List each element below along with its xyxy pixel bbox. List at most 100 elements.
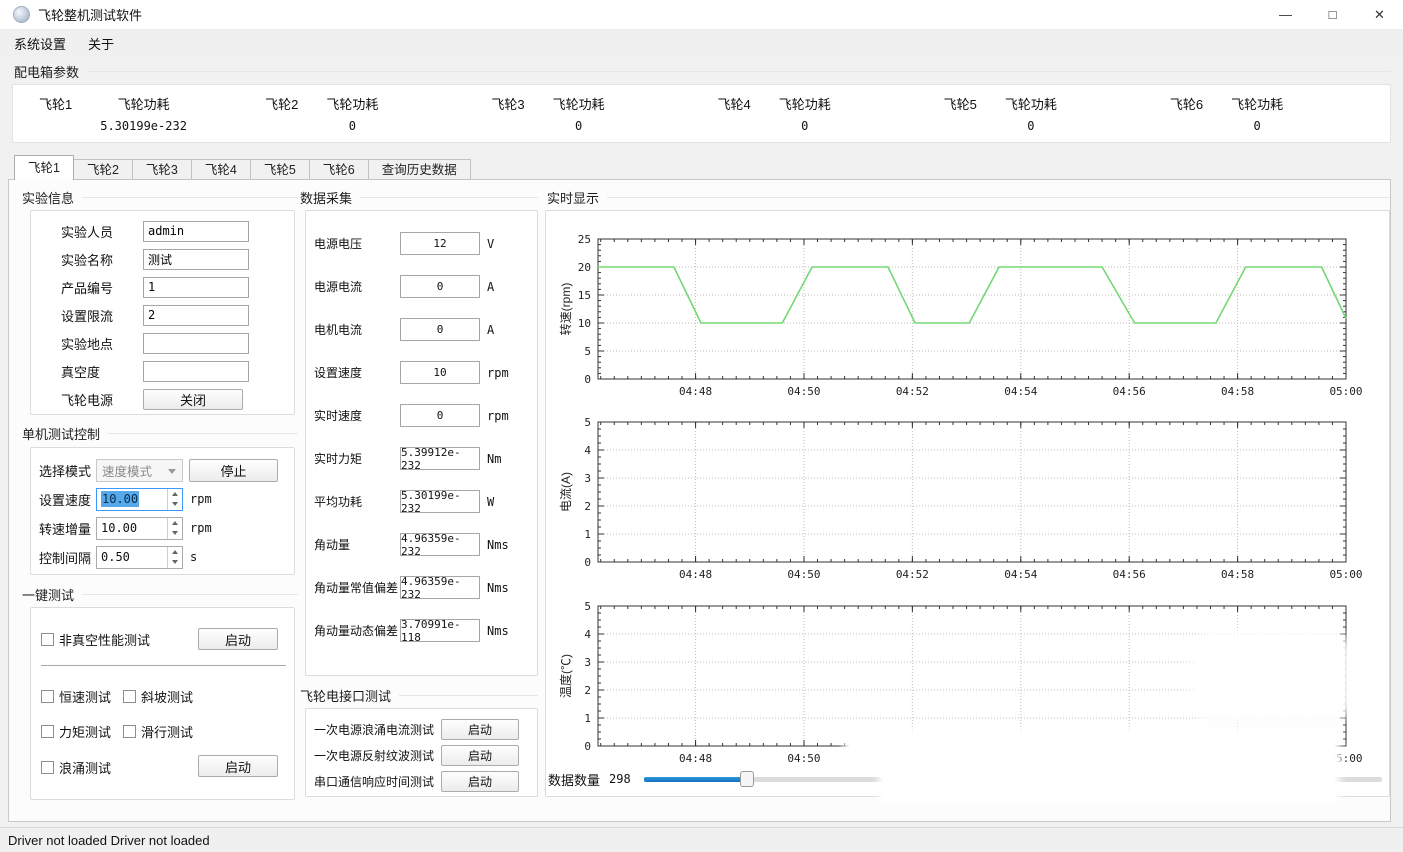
realtime-panel: 051015202504:4804:5004:5204:5404:5604:58…: [545, 210, 1390, 797]
current-chart: 01234504:4804:5004:5204:5404:5604:5805:0…: [554, 412, 1366, 584]
checkbox-torque-test[interactable]: [41, 725, 54, 738]
svg-text:2: 2: [584, 684, 591, 697]
svg-text:04:52: 04:52: [896, 568, 929, 581]
svg-text:04:54: 04:54: [1004, 568, 1037, 581]
start-button-serial-response-test[interactable]: 启动: [441, 771, 519, 792]
svg-text:3: 3: [584, 472, 591, 485]
svg-text:04:58: 04:58: [1221, 568, 1254, 581]
spin-down-icon[interactable]: [168, 528, 182, 539]
window-title: 飞轮整机测试软件: [38, 5, 142, 24]
svg-text:04:50: 04:50: [787, 568, 820, 581]
flywheel-name: 飞轮6: [1170, 94, 1203, 113]
field-row: 飞轮电源 关闭: [61, 388, 294, 410]
speed-spinner[interactable]: 10.00: [96, 488, 183, 511]
check-row: 恒速测试: [41, 687, 111, 706]
checkbox-constant-speed-test[interactable]: [41, 690, 54, 703]
checkbox-ramp-test[interactable]: [123, 690, 136, 703]
tab-flywheel-1[interactable]: 飞轮1: [14, 155, 74, 180]
power-label: 飞轮功耗: [1005, 94, 1057, 113]
svg-text:0: 0: [584, 556, 591, 569]
input-vacuum-degree[interactable]: [143, 361, 249, 382]
svg-text:20: 20: [578, 261, 591, 274]
data-count-value: 298: [609, 772, 635, 786]
data-row: 电源电压 12 V: [314, 232, 537, 255]
momentum-const-dev-display: 4.96359e-232: [400, 576, 480, 599]
increment-spinner[interactable]: 10.00: [96, 517, 183, 540]
input-product-number[interactable]: [143, 277, 249, 298]
watermark-wipe-smear: [883, 762, 1335, 798]
close-button[interactable]: ✕: [1356, 0, 1403, 29]
svg-text:04:54: 04:54: [1004, 385, 1037, 398]
input-experiment-person[interactable]: [143, 221, 249, 242]
field-row: 实验地点: [61, 332, 294, 354]
tab-flywheel-3[interactable]: 飞轮3: [133, 159, 192, 180]
power-value: 0: [1253, 119, 1260, 133]
svg-text:5: 5: [584, 345, 591, 358]
spin-down-icon[interactable]: [168, 557, 182, 568]
svg-text:4: 4: [584, 628, 591, 641]
spin-up-icon[interactable]: [168, 518, 182, 529]
divider: [41, 665, 286, 666]
momentum-dyn-dev-display: 3.70991e-118: [400, 619, 480, 642]
spin-up-icon[interactable]: [168, 489, 182, 500]
svg-text:电流(A): 电流(A): [559, 472, 573, 512]
stop-button[interactable]: 停止: [189, 459, 278, 482]
input-location[interactable]: [143, 333, 249, 354]
slider-handle[interactable]: [740, 771, 754, 787]
spin-up-icon[interactable]: [168, 547, 182, 558]
realtime-title: 实时显示: [547, 188, 1390, 207]
tab-flywheel-2[interactable]: 飞轮2: [74, 159, 133, 180]
interval-spinner[interactable]: 0.50: [96, 546, 183, 569]
checkbox-non-vacuum-test[interactable]: [41, 633, 54, 646]
svg-text:04:48: 04:48: [679, 568, 712, 581]
watermark-wipe-smear: [849, 734, 1335, 762]
flywheel-name: 飞轮1: [39, 94, 72, 113]
svg-text:05:00: 05:00: [1329, 385, 1362, 398]
svg-text:3: 3: [584, 656, 591, 669]
flywheel-unit-6: 飞轮6 飞轮功耗 0: [1154, 94, 1380, 133]
power-value: 5.30199e-232: [100, 119, 187, 133]
svg-text:04:58: 04:58: [1221, 385, 1254, 398]
maximize-button[interactable]: □: [1309, 0, 1356, 29]
power-label: 飞轮功耗: [118, 94, 170, 113]
interface-test-row: 串口通信响应时间测试 启动: [314, 770, 537, 792]
window-controls: — □ ✕: [1262, 0, 1403, 29]
svg-text:04:50: 04:50: [787, 752, 820, 765]
motor-current-display: 0: [400, 318, 480, 341]
checkbox-coast-test[interactable]: [123, 725, 136, 738]
svg-text:2: 2: [584, 500, 591, 513]
flywheel-name: 飞轮5: [944, 94, 977, 113]
power-value: 0: [349, 119, 356, 133]
field-row: 产品编号: [61, 276, 294, 298]
field-row: 真空度: [61, 360, 294, 382]
start-button-non-vacuum[interactable]: 启动: [198, 628, 278, 650]
tab-flywheel-5[interactable]: 飞轮5: [251, 159, 310, 180]
minimize-button[interactable]: —: [1262, 0, 1309, 29]
menu-item-about[interactable]: 关于: [77, 31, 125, 56]
flywheel-unit-5: 飞轮5 飞轮功耗 0: [928, 94, 1154, 133]
flywheel-unit-3: 飞轮3 飞轮功耗 0: [475, 94, 701, 133]
tab-history-query[interactable]: 查询历史数据: [369, 159, 471, 180]
spin-down-icon[interactable]: [168, 499, 182, 510]
interface-test-title: 飞轮电接口测试: [300, 686, 538, 705]
start-button-surge-current-test[interactable]: 启动: [441, 719, 519, 740]
check-row: 力矩测试: [41, 722, 111, 741]
power-label: 飞轮功耗: [326, 94, 378, 113]
svg-text:1: 1: [584, 712, 591, 725]
flywheel-power-button[interactable]: 关闭: [143, 389, 243, 410]
rpm-chart: 051015202504:4804:5004:5204:5404:5604:58…: [554, 229, 1366, 401]
data-row: 实时速度 0 rpm: [314, 404, 537, 427]
tab-flywheel-4[interactable]: 飞轮4: [192, 159, 251, 180]
mode-select[interactable]: 速度模式: [96, 459, 183, 482]
input-current-limit[interactable]: [143, 305, 249, 326]
set-speed-display: 10: [400, 361, 480, 384]
input-experiment-name[interactable]: [143, 249, 249, 270]
svg-text:4: 4: [584, 444, 591, 457]
menu-item-system-settings[interactable]: 系统设置: [3, 31, 77, 56]
tab-flywheel-6[interactable]: 飞轮6: [310, 159, 369, 180]
checkbox-surge-test[interactable]: [41, 761, 54, 774]
start-button-ripple-test[interactable]: 启动: [441, 745, 519, 766]
data-row: 电机电流 0 A: [314, 318, 537, 341]
svg-text:5: 5: [584, 416, 591, 429]
start-button-surge[interactable]: 启动: [198, 755, 278, 777]
